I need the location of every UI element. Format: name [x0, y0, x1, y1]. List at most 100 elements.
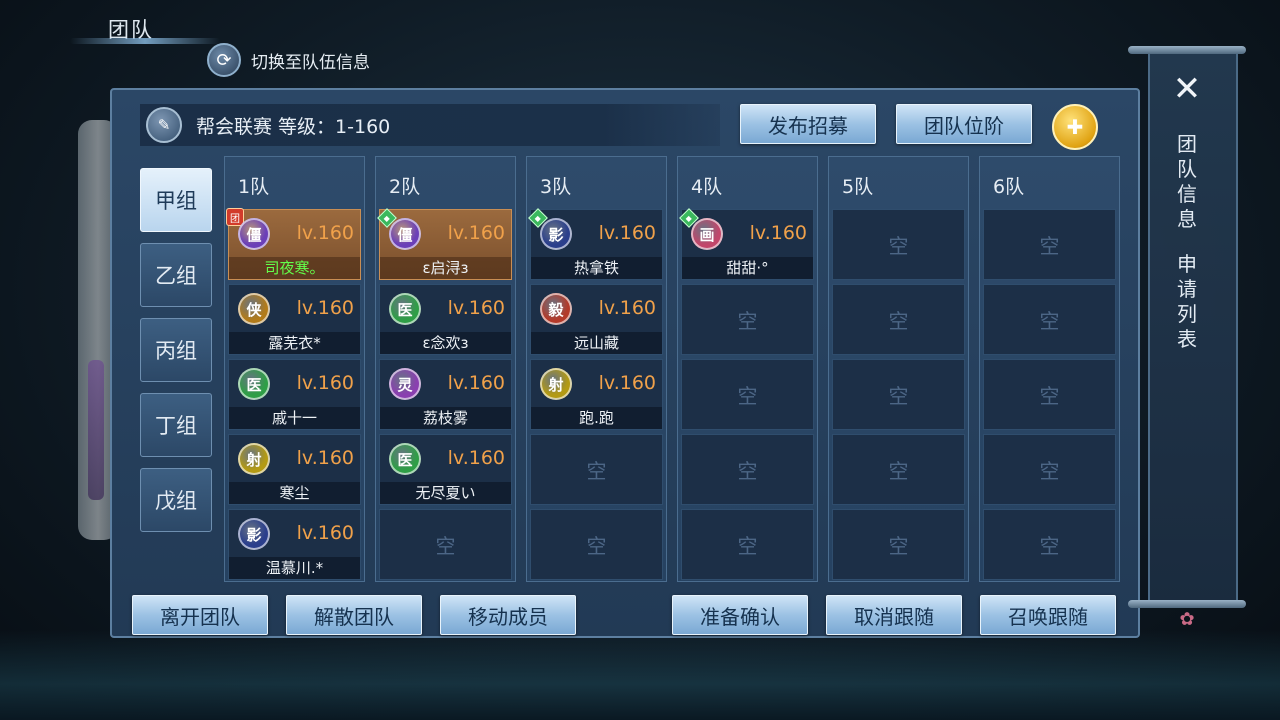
side-tab-apply-list[interactable]: 申请列表: [1175, 252, 1199, 352]
group-tabs: 甲组 乙组 丙组 丁组 戊组: [140, 168, 212, 543]
member-level: lv.160: [598, 222, 656, 244]
bottom-button-bar: 离开团队 解散团队 移动成员 准备确认 取消跟随 召唤跟随: [132, 595, 1118, 635]
publish-recruit-button[interactable]: 发布招募: [740, 104, 876, 144]
leave-team-button[interactable]: 离开团队: [132, 595, 268, 635]
tab-group-ding[interactable]: 丁组: [140, 393, 212, 457]
member-level: lv.160: [447, 372, 505, 394]
empty-slot[interactable]: 空: [832, 209, 965, 280]
member-slot[interactable]: 医 lv.160 无尽夏い: [379, 434, 512, 505]
empty-slot[interactable]: 空: [832, 359, 965, 430]
member-level: lv.160: [296, 297, 354, 319]
tab-group-jia[interactable]: 甲组: [140, 168, 212, 232]
member-level: lv.160: [598, 372, 656, 394]
team-column: 3队 ◆ 影 lv.160 热拿铁毅 lv.160 远山藏射 lv.160 跑.跑空空: [526, 156, 667, 582]
team-label: 6队: [993, 175, 1025, 198]
team-panel: ✎ 帮会联赛 等级：1-160 发布招募 团队位阶 ✚ 甲组 乙组 丙组 丁组 …: [110, 88, 1140, 638]
disband-team-button[interactable]: 解散团队: [286, 595, 422, 635]
team-column: 1队团僵 lv.160 司夜寒。侠 lv.160 露芜衣* 医 lv.160 戚十一射 lv.1…: [224, 156, 365, 582]
empty-slot[interactable]: 空: [681, 434, 814, 505]
empty-slot[interactable]: 空: [530, 509, 663, 580]
job-class-icon: 影: [540, 218, 572, 250]
empty-slot[interactable]: 空: [983, 434, 1116, 505]
member-slot[interactable]: 医 lv.160 戚十一: [228, 359, 361, 430]
job-class-icon: 影: [238, 518, 270, 550]
member-name: 司夜寒。: [229, 257, 360, 279]
team-label: 4队: [691, 175, 723, 198]
member-name: 露芜衣*: [229, 332, 360, 354]
team-label: 3队: [540, 175, 572, 198]
member-name: 甜甜·°: [682, 257, 813, 279]
team-column: 4队 ◆ 画 lv.160 甜甜·° 空空空空: [677, 156, 818, 582]
empty-slot[interactable]: 空: [983, 509, 1116, 580]
side-tab-team-info[interactable]: 团队信息: [1175, 132, 1199, 232]
header-bar: ✎ 帮会联赛 等级：1-160: [140, 104, 720, 146]
empty-slot[interactable]: 空: [681, 359, 814, 430]
team-column: 6队空空空空空: [979, 156, 1120, 582]
cancel-follow-button[interactable]: 取消跟随: [826, 595, 962, 635]
empty-slot[interactable]: 空: [983, 284, 1116, 355]
tab-group-yi[interactable]: 乙组: [140, 243, 212, 307]
job-class-icon: 画: [691, 218, 723, 250]
member-slot[interactable]: ◆ 影 lv.160 热拿铁: [528, 208, 663, 280]
empty-slot[interactable]: 空: [681, 284, 814, 355]
empty-slot[interactable]: 空: [681, 509, 814, 580]
job-class-icon: 射: [540, 368, 572, 400]
member-name: 跑.跑: [531, 407, 662, 429]
banner-rod-top: [1128, 46, 1246, 54]
member-name: 热拿铁: [531, 257, 662, 279]
member-level: lv.160: [296, 522, 354, 544]
tab-group-bing[interactable]: 丙组: [140, 318, 212, 382]
member-level: lv.160: [447, 222, 505, 244]
member-slot[interactable]: 影 lv.160 温慕川.*: [228, 509, 361, 580]
edit-icon[interactable]: ✎: [146, 107, 182, 143]
ready-check-button[interactable]: 准备确认: [672, 595, 808, 635]
team-label: 1队: [238, 175, 270, 198]
member-slot[interactable]: 医 lv.160 ε念欢з: [379, 284, 512, 355]
switch-label: 切换至队伍信息: [251, 52, 370, 73]
summon-follow-button[interactable]: 召唤跟随: [980, 595, 1116, 635]
job-class-icon: 射: [238, 443, 270, 475]
banner-rod-bottom: [1128, 600, 1246, 608]
tassel-decoration: [88, 360, 104, 500]
member-name: 寒尘: [229, 482, 360, 504]
job-class-icon: 僵: [389, 218, 421, 250]
empty-slot[interactable]: 空: [379, 509, 512, 580]
member-slot[interactable]: ◆ 画 lv.160 甜甜·°: [679, 208, 814, 280]
team-rank-button[interactable]: 团队位阶: [896, 104, 1032, 144]
empty-slot[interactable]: 空: [530, 434, 663, 505]
member-name: 荔枝雾: [380, 407, 511, 429]
move-member-button[interactable]: 移动成员: [440, 595, 576, 635]
member-slot[interactable]: 侠 lv.160 露芜衣*: [228, 284, 361, 355]
job-class-icon: 医: [389, 293, 421, 325]
team-columns: 1队团僵 lv.160 司夜寒。侠 lv.160 露芜衣* 医 lv.160 戚十一射 lv.1…: [224, 156, 1120, 582]
activity-title: 帮会联赛 等级：1-160: [196, 115, 391, 138]
empty-slot[interactable]: 空: [983, 209, 1116, 280]
member-slot[interactable]: 灵 lv.160 荔枝雾: [379, 359, 512, 430]
team-column: 5队空空空空空: [828, 156, 969, 582]
member-level: lv.160: [296, 447, 354, 469]
job-class-icon: 毅: [540, 293, 572, 325]
member-level: lv.160: [749, 222, 807, 244]
member-slot[interactable]: 射 lv.160 寒尘: [228, 434, 361, 505]
close-icon[interactable]: ✕: [1168, 69, 1206, 109]
member-slot[interactable]: 毅 lv.160 远山藏: [530, 284, 663, 355]
add-member-icon[interactable]: ✚: [1052, 104, 1098, 150]
member-slot[interactable]: 团僵 lv.160 司夜寒。: [226, 208, 361, 280]
job-class-icon: 医: [389, 443, 421, 475]
member-slot[interactable]: ◆ 僵 lv.160 ε启浔з: [377, 208, 512, 280]
empty-slot[interactable]: 空: [832, 509, 965, 580]
member-slot[interactable]: 射 lv.160 跑.跑: [530, 359, 663, 430]
member-name: 温慕川.*: [229, 557, 360, 579]
member-level: lv.160: [598, 297, 656, 319]
member-level: lv.160: [447, 447, 505, 469]
member-level: lv.160: [296, 222, 354, 244]
member-name: ε念欢з: [380, 332, 511, 354]
empty-slot[interactable]: 空: [832, 284, 965, 355]
switch-to-team-info-button[interactable]: ⟳ 切换至队伍信息: [207, 43, 370, 77]
empty-slot[interactable]: 空: [983, 359, 1116, 430]
member-name: ε启浔з: [380, 257, 511, 279]
empty-slot[interactable]: 空: [832, 434, 965, 505]
job-class-icon: 医: [238, 368, 270, 400]
member-name: 远山藏: [531, 332, 662, 354]
tab-group-wu[interactable]: 戊组: [140, 468, 212, 532]
